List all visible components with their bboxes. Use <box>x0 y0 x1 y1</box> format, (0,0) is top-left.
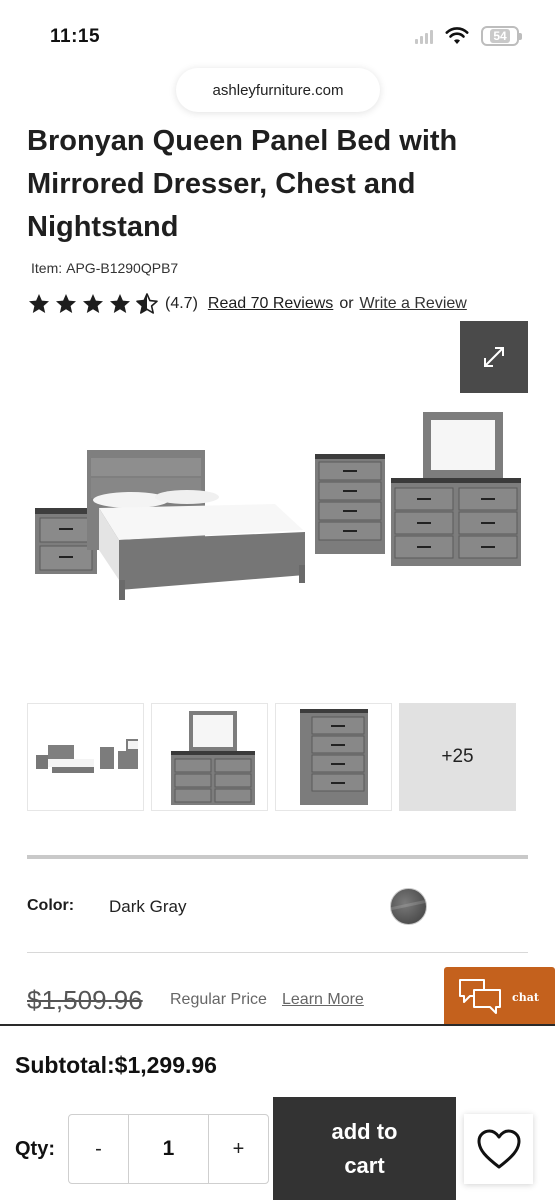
product-image[interactable] <box>27 400 527 620</box>
color-swatch-dark-gray[interactable] <box>390 888 427 925</box>
battery-icon: 54 <box>481 26 522 46</box>
thumbnail-strip: +25 <box>27 703 516 811</box>
bed-image <box>87 450 305 600</box>
write-review-link[interactable]: Write a Review <box>360 295 467 313</box>
expand-icon <box>484 347 504 367</box>
bedroom-set-thumbnail-image <box>35 739 138 773</box>
read-reviews-link[interactable]: Read 70 Reviews <box>208 295 333 313</box>
dresser-image <box>391 412 521 566</box>
thumbnail-more[interactable]: +25 <box>399 703 516 811</box>
subtotal: Subtotal:$1,299.96 <box>15 1052 217 1078</box>
thumbnail-bedroom-set[interactable] <box>27 703 144 811</box>
expand-image-button[interactable] <box>460 321 528 393</box>
chat-button[interactable]: chat <box>444 967 555 1027</box>
product-title: Bronyan Queen Panel Bed with Mirrored Dr… <box>27 125 458 243</box>
chat-icon <box>459 979 501 1014</box>
add-to-cart-button[interactable]: add to cart <box>273 1097 456 1200</box>
status-icons: 54 <box>415 26 522 46</box>
star-icon <box>29 294 49 313</box>
wifi-icon <box>445 27 469 44</box>
dresser-mirror-thumbnail-image <box>170 711 255 805</box>
increase-qty-button[interactable]: + <box>209 1115 268 1183</box>
or-text: or <box>339 295 354 312</box>
section-divider <box>27 952 528 953</box>
thumbnail-chest[interactable] <box>275 703 392 811</box>
item-code: APG-B1290QPB7 <box>66 260 179 276</box>
status-bar: 11:15 54 <box>0 0 555 66</box>
battery-level: 54 <box>490 29 510 43</box>
color-label: Color: <box>27 897 75 914</box>
status-time: 11:15 <box>50 26 101 47</box>
learn-more-link[interactable]: Learn More <box>282 991 364 1009</box>
star-icon <box>110 294 130 313</box>
rating-value: (4.7) <box>165 295 198 312</box>
star-half-icon <box>136 293 158 314</box>
chat-label: chat <box>512 990 539 1004</box>
star-icon <box>83 294 103 313</box>
heart-icon <box>477 1129 520 1169</box>
qty-value[interactable]: 1 <box>128 1115 209 1183</box>
thumbnail-dresser-mirror[interactable] <box>151 703 268 811</box>
star-icon <box>56 294 76 313</box>
signal-icon <box>415 28 433 44</box>
item-number: Item: APG-B1290QPB7 <box>27 260 178 276</box>
color-value: Dark Gray <box>109 897 187 916</box>
qty-label: Qty: <box>15 1138 55 1160</box>
section-divider <box>27 855 528 859</box>
quantity-stepper: - 1 + <box>68 1114 269 1184</box>
star-rating <box>27 292 159 316</box>
regular-price-label: Regular Price <box>170 991 267 1008</box>
decrease-qty-button[interactable]: - <box>69 1115 128 1183</box>
url-bar[interactable]: ashleyfurniture.com <box>176 68 380 112</box>
regular-price: $1,509.96 <box>27 985 143 1015</box>
wishlist-button[interactable] <box>464 1114 533 1184</box>
item-label: Item: <box>31 260 63 276</box>
chest-image <box>315 454 385 554</box>
chest-thumbnail-image <box>299 709 368 805</box>
rating-row: (4.7) Read 70 Reviews or Write a Review <box>27 290 467 318</box>
